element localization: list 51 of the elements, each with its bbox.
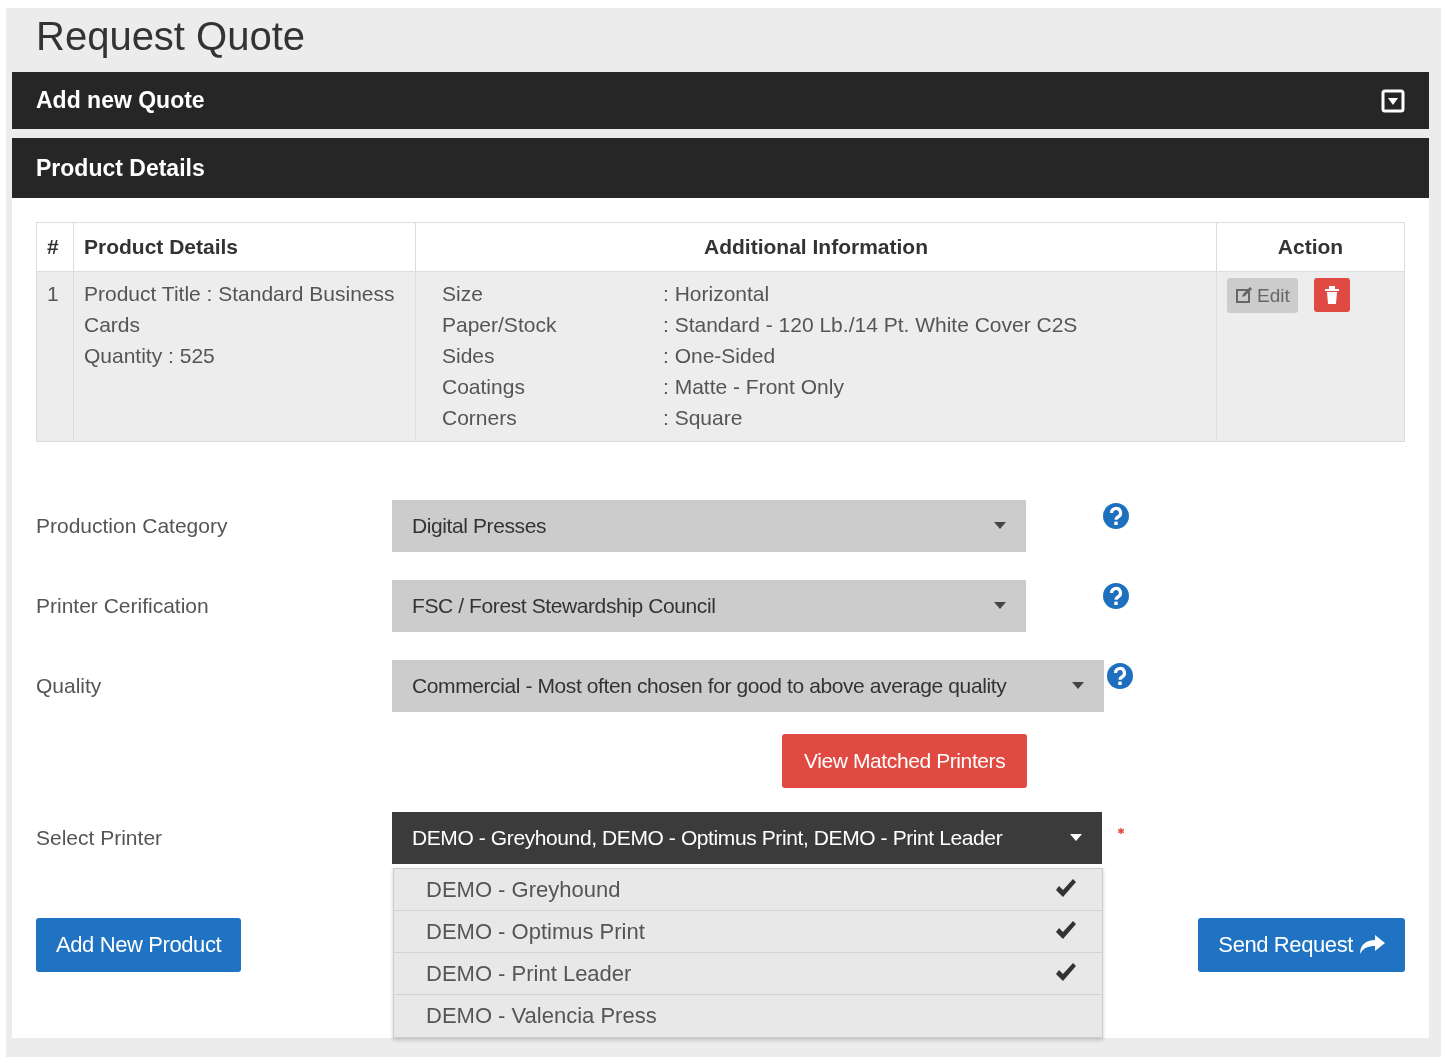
delete-button[interactable] (1313, 277, 1350, 312)
collapse-icon[interactable] (1381, 88, 1405, 113)
edit-icon (1235, 286, 1253, 304)
column-header: # (36, 222, 74, 271)
caret-icon (1072, 682, 1084, 689)
page-title: Request Quote (35, 13, 307, 60)
column-header: Product Details (73, 222, 416, 271)
product-detail-text: Product Title : Standard Business Cards (84, 280, 396, 338)
attribute-label: Coatings (442, 373, 526, 400)
printer-select[interactable]: DEMO - Greyhound, DEMO - Optimus Print, DEMO - Print Leader (392, 811, 1102, 864)
field-label: Printer Cerification (36, 592, 210, 619)
dropdown-option[interactable]: DEMO - Greyhound (394, 868, 1102, 911)
help-icon[interactable] (1102, 501, 1130, 530)
column-header: Additional Information (415, 222, 1217, 271)
attribute-label: Corners (442, 404, 518, 431)
checkmark-icon (1054, 921, 1078, 941)
attribute-value: : Square (663, 404, 744, 431)
dropdown-option[interactable]: DEMO - Optimus Print (394, 910, 1102, 953)
view-matched-printers-button[interactable]: View Matched Printers (782, 733, 1028, 788)
field-label: Select Printer (36, 824, 164, 851)
caret-icon (994, 522, 1006, 529)
dropdown-option[interactable]: DEMO - Print Leader (394, 952, 1102, 995)
field-label: Production Category (36, 512, 229, 539)
select-dropdown[interactable]: Commercial - Most often chosen for good to above average quality (392, 659, 1104, 712)
trash-icon (1323, 285, 1340, 304)
caret-icon (1070, 834, 1082, 841)
checkmark-icon (1054, 963, 1078, 983)
share-arrow-icon (1359, 934, 1385, 955)
attribute-label: Size (442, 280, 484, 307)
product-detail-text: Quantity : 525 (84, 342, 216, 369)
table-cell: 1 (36, 271, 74, 441)
caret-icon (994, 602, 1006, 609)
attribute-label: Paper/Stock (442, 311, 558, 338)
attribute-value: : Matte - Front Only (663, 373, 845, 400)
panel-title: Product Details (36, 153, 205, 183)
panel-title: Add new Quote (36, 86, 205, 116)
dropdown-option[interactable]: DEMO - Valencia Press (394, 994, 1102, 1037)
checkmark-icon (1054, 879, 1078, 899)
attribute-value: : Horizontal (663, 280, 771, 307)
select-dropdown[interactable]: Digital Presses (392, 499, 1026, 552)
field-label: Quality (36, 672, 103, 699)
select-dropdown[interactable]: FSC / Forest Stewardship Council (392, 579, 1026, 632)
attribute-label: Sides (442, 342, 496, 369)
column-header: Action (1216, 222, 1405, 271)
attribute-value: : One-Sided (663, 342, 777, 369)
help-icon[interactable] (1106, 661, 1134, 690)
edit-button[interactable]: Edit (1227, 277, 1298, 313)
add-new-product-button[interactable]: Add New Product (36, 917, 242, 972)
attribute-value: : Standard - 120 Lb./14 Pt. White Cover C2S (663, 311, 1079, 338)
help-icon[interactable] (1102, 581, 1130, 610)
send-request-button[interactable]: Send Request (1198, 917, 1405, 972)
